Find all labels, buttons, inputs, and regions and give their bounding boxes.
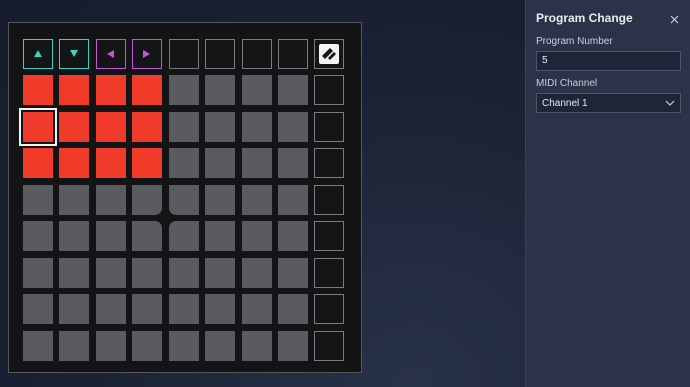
grid-pad[interactable] [23,148,53,178]
midi-channel-select[interactable]: Channel 1 [536,93,681,113]
grid-pad[interactable] [278,331,308,361]
grid-pad[interactable] [278,112,308,142]
grid-pad[interactable] [242,331,272,361]
grid-pad[interactable] [242,75,272,105]
top-button[interactable] [23,39,53,69]
grid-pad[interactable] [169,148,199,178]
grid-pad[interactable] [132,148,162,178]
grid-pad[interactable] [23,294,53,324]
grid-pad[interactable] [205,75,235,105]
grid-pad[interactable] [59,148,89,178]
side-button[interactable] [314,258,344,288]
side-button[interactable] [314,294,344,324]
grid-pad[interactable] [205,258,235,288]
grid-pad[interactable] [278,221,308,251]
novation-logo-icon [314,39,344,69]
program-number-label: Program Number [536,36,613,47]
midi-channel-value: Channel 1 [542,97,588,109]
grid-pad[interactable] [169,75,199,105]
close-icon[interactable] [669,12,680,24]
grid-pad[interactable] [132,331,162,361]
grid-pad[interactable] [96,294,126,324]
grid-pad[interactable] [96,331,126,361]
grid-pad[interactable] [59,112,89,142]
grid-pad[interactable] [205,221,235,251]
grid-pad[interactable] [132,221,162,251]
grid-pad[interactable] [205,331,235,361]
grid-pad[interactable] [59,185,89,215]
grid-pad[interactable] [205,112,235,142]
grid-pad[interactable] [242,148,272,178]
grid-pad[interactable] [96,221,126,251]
grid-pad[interactable] [169,294,199,324]
top-button[interactable] [169,39,199,69]
grid-pad[interactable] [205,294,235,324]
grid-pad[interactable] [96,185,126,215]
top-button[interactable] [132,39,162,69]
grid-pad[interactable] [59,258,89,288]
grid-pad[interactable] [19,108,57,146]
grid-pad[interactable] [132,112,162,142]
side-button[interactable] [314,75,344,105]
grid-pad[interactable] [96,112,126,142]
grid-pad[interactable] [242,185,272,215]
grid-pad[interactable] [96,148,126,178]
side-button[interactable] [314,331,344,361]
grid-pad[interactable] [59,294,89,324]
program-number-field[interactable]: 5 [536,51,681,71]
grid-pad[interactable] [59,221,89,251]
grid-pad[interactable] [132,185,162,215]
program-number-value: 5 [542,55,548,66]
top-button[interactable] [96,39,126,69]
grid-pad[interactable] [23,185,53,215]
grid-pad[interactable] [59,75,89,105]
launchpad-grid [8,22,362,373]
grid-pad[interactable] [242,112,272,142]
grid-pad[interactable] [278,258,308,288]
panel-title: Program Change [536,11,633,25]
grid-pad[interactable] [205,148,235,178]
side-button[interactable] [314,148,344,178]
grid-pad[interactable] [132,294,162,324]
program-change-panel: Program Change Program Number 5 MIDI Cha… [525,0,690,387]
grid-pad[interactable] [169,258,199,288]
side-button[interactable] [314,221,344,251]
grid-pad[interactable] [96,75,126,105]
grid-pad[interactable] [205,185,235,215]
grid-pad[interactable] [169,221,199,251]
grid-pad[interactable] [132,75,162,105]
grid-pad[interactable] [132,258,162,288]
grid-pad[interactable] [23,75,53,105]
grid-pad[interactable] [23,258,53,288]
grid-pad[interactable] [278,294,308,324]
top-button[interactable] [278,39,308,69]
grid-pad[interactable] [169,331,199,361]
grid-pad[interactable] [242,221,272,251]
top-button[interactable] [59,39,89,69]
chevron-down-icon [665,98,675,109]
grid-pad[interactable] [169,112,199,142]
grid-pad[interactable] [278,185,308,215]
grid-pad[interactable] [242,294,272,324]
grid-pad[interactable] [96,258,126,288]
grid-pad[interactable] [278,75,308,105]
side-button[interactable] [314,185,344,215]
grid-pad[interactable] [278,148,308,178]
midi-channel-label: MIDI Channel [536,78,598,89]
grid-pad[interactable] [169,185,199,215]
top-button[interactable] [242,39,272,69]
side-button[interactable] [314,112,344,142]
grid-pad[interactable] [23,331,53,361]
grid-pad[interactable] [59,331,89,361]
grid-pad[interactable] [242,258,272,288]
top-button[interactable] [205,39,235,69]
grid-pad[interactable] [23,221,53,251]
